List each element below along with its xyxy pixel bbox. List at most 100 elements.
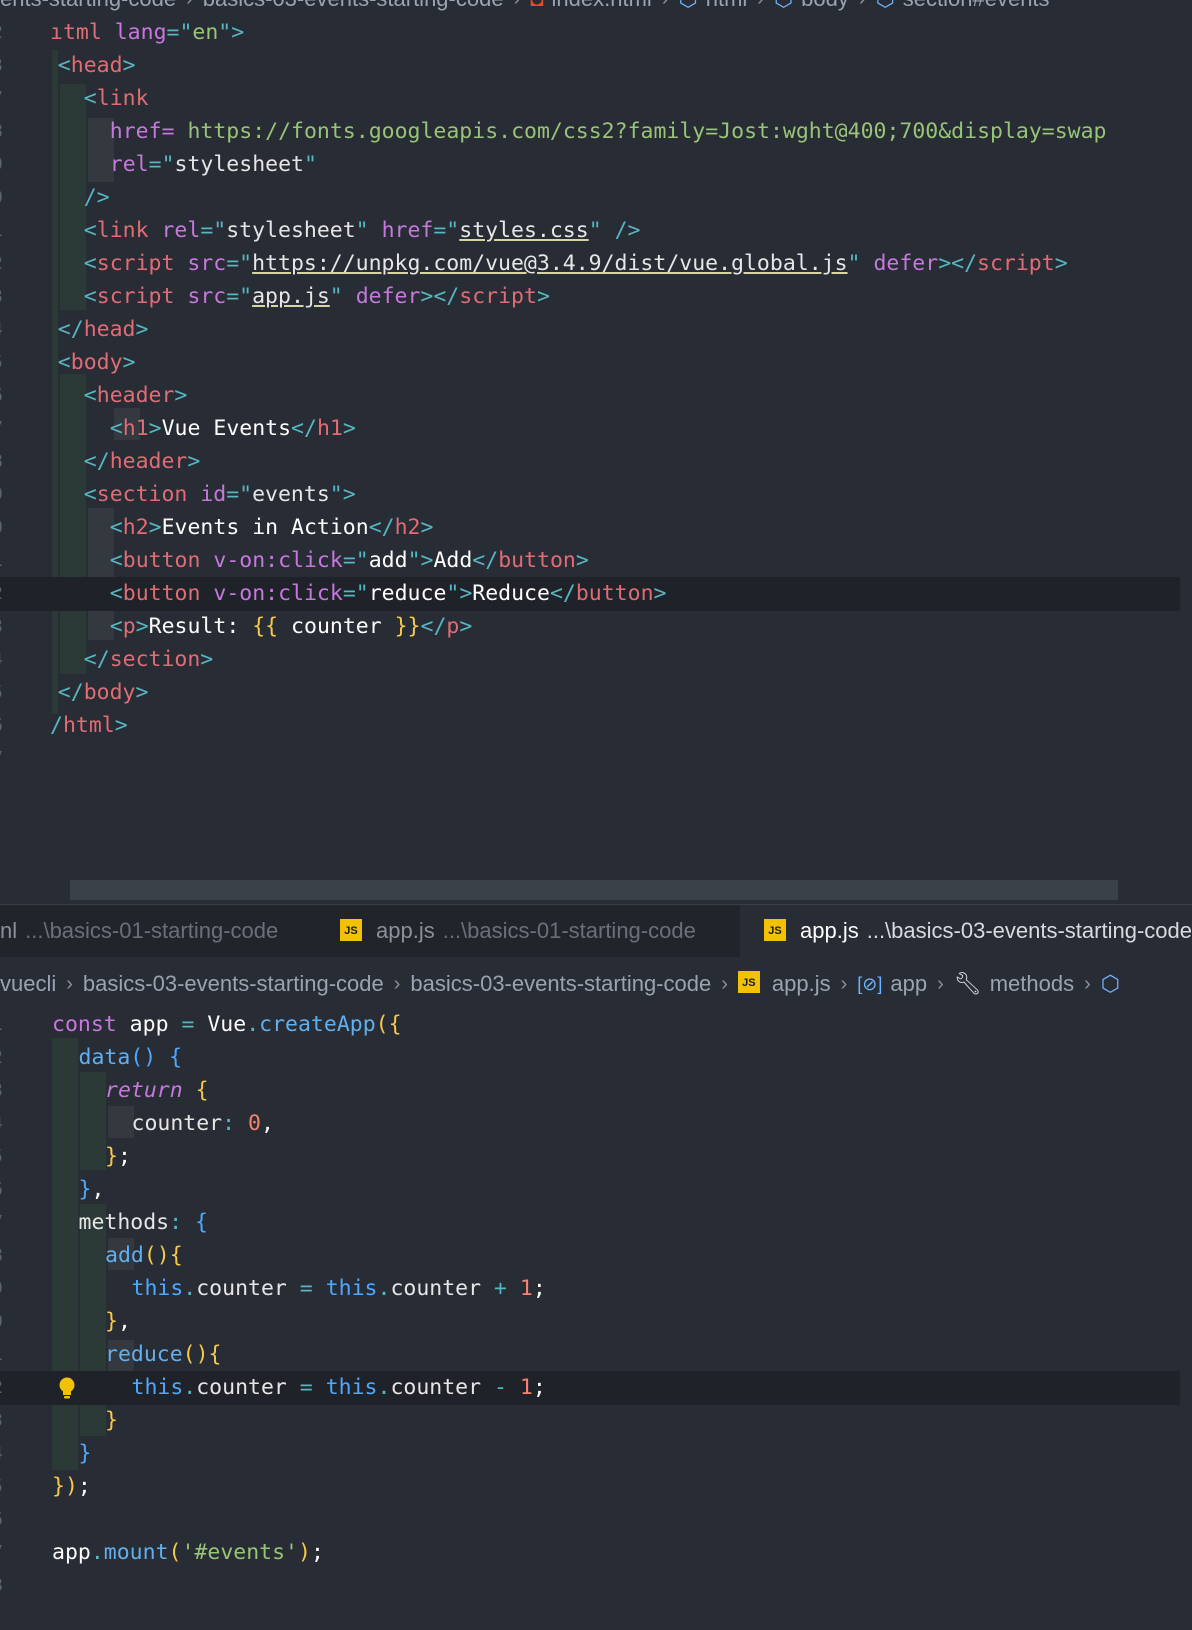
js-editor-pane[interactable]: nl ...\basics-01-starting-code JS app.js..… — [0, 904, 1192, 1630]
code-line[interactable]: 3 <head> — [0, 49, 1192, 83]
code-text: data() { — [79, 1041, 183, 1075]
code-line[interactable]: 6/html> — [0, 709, 1192, 743]
code-line[interactable]: 0<h2>Events in Action</h2> — [0, 511, 1192, 545]
chevron-right-icon: › — [514, 0, 521, 11]
code-line[interactable]: 6 <header> — [0, 379, 1192, 413]
code-text: </body> — [58, 676, 149, 710]
code-line[interactable]: 3<script src="app.js" defer></script> — [0, 280, 1192, 314]
code-line[interactable]: 5}); — [0, 1470, 1192, 1504]
code-token: https://unpkg.com/vue@3.4.9/dist/vue.glo… — [252, 251, 848, 276]
code-token: / — [50, 713, 63, 738]
code-line[interactable]: 8 </header> — [0, 445, 1192, 479]
code-token: header — [96, 383, 175, 408]
code-line[interactable]: 1 const app = Vue.createApp({ — [0, 1008, 1192, 1042]
code-line[interactable]: 7 app.mount('#events'); — [0, 1536, 1192, 1570]
code-line[interactable]: 9 <section id="events"> — [0, 478, 1192, 512]
code-line[interactable]: 5 </body> — [0, 676, 1192, 710]
code-line[interactable]: 7 <link — [0, 82, 1192, 116]
breadcrumb-item[interactable]: basics-03-events-starting-code — [410, 971, 711, 997]
breadcrumb-item[interactable]: basics-03-events-starting-code — [83, 971, 384, 997]
line-number: 2 — [0, 1041, 6, 1075]
code-token: > — [342, 416, 356, 441]
code-line[interactable]: 6}, — [0, 1173, 1192, 1207]
code-line[interactable]: 5 <body> — [0, 346, 1192, 380]
breadcrumb-item[interactable]: ents-starting-code — [0, 0, 176, 12]
tab-basics-03-app-js[interactable]: JS app.js ...\basics-03-events-starting-co… — [740, 905, 1192, 957]
code-line[interactable]: 1 reduce(){ — [0, 1338, 1192, 1372]
code-line[interactable]: 8 href= https://fonts.googleapis.com/css2… — [0, 115, 1192, 149]
code-line[interactable]: 7 methods: { — [0, 1206, 1192, 1240]
code-token: app.js — [252, 284, 330, 309]
code-line[interactable]: 4} — [0, 1437, 1192, 1471]
chevron-right-icon: › — [1084, 972, 1091, 995]
code-text: <p>Result: {{ counter }}</p> — [110, 610, 473, 644]
code-line[interactable]: 9this.counter = this.counter + 1; — [0, 1272, 1192, 1306]
code-line[interactable]: 2 data() { — [0, 1041, 1192, 1075]
code-line[interactable]: 2<script src="https://unpkg.com/vue@3.4.… — [0, 247, 1192, 281]
breadcrumb-item[interactable]: body — [801, 0, 849, 12]
line-number: 4 — [0, 1107, 6, 1141]
code-text: this.counter = this.counter + 1; — [132, 1272, 546, 1306]
code-token: app — [116, 1012, 182, 1037]
code-token: reduce — [368, 581, 447, 606]
html-code-area[interactable]: 2ıtml lang="en">3<head>7<link8href= http… — [0, 16, 1192, 776]
breadcrumb-item[interactable]: vuecli — [0, 971, 56, 997]
breadcrumb-item[interactable]: section#events — [903, 0, 1050, 12]
js-code-area[interactable]: 1const app = Vue.createApp({2 data() {3re… — [0, 1008, 1192, 1628]
code-line[interactable]: 2this.counter = this.counter - 1; — [0, 1371, 1180, 1405]
code-line[interactable]: 3<p>Result: {{ counter }}</p> — [0, 610, 1192, 644]
code-token: " — [847, 251, 861, 276]
code-line[interactable]: 7 — [0, 742, 1192, 776]
code-line[interactable]: 6 — [0, 1503, 1192, 1537]
code-token: rel — [161, 218, 201, 243]
html-editor-pane[interactable]: ents-starting-code › basics-03-events-st… — [0, 0, 1192, 904]
code-token: counter — [278, 614, 395, 639]
code-token: > — [122, 53, 136, 78]
horizontal-scrollbar[interactable] — [70, 880, 1118, 900]
code-line[interactable]: 4 </section> — [0, 643, 1192, 677]
code-token: script — [459, 284, 537, 309]
code-line[interactable]: 9 rel="stylesheet" — [0, 148, 1192, 182]
code-token: } — [105, 1408, 118, 1433]
breadcrumb-item[interactable]: app.js — [772, 971, 831, 997]
lightbulb-icon[interactable] — [56, 1376, 78, 1400]
code-line[interactable]: 8 — [0, 1569, 1192, 1603]
line-number: 8 — [0, 1569, 6, 1603]
code-token: this — [325, 1375, 378, 1400]
line-number: 5 — [0, 676, 6, 710]
breadcrumb-item[interactable]: basics-03-events-starting-code — [203, 0, 504, 12]
chevron-right-icon: › — [859, 0, 866, 11]
code-token: const — [52, 1012, 117, 1037]
code-line[interactable]: 2<button v-on:click="reduce">Reduce</but… — [0, 577, 1180, 611]
code-line[interactable]: 7<h1>Vue Events</h1> — [0, 412, 1192, 446]
code-token: {{ — [252, 614, 279, 639]
code-token: : — [169, 1210, 183, 1235]
code-line[interactable]: 4 </head> — [0, 313, 1192, 347]
breadcrumb-item[interactable]: app — [890, 971, 927, 997]
code-line[interactable]: 1<button v-on:click="add">Add</button> — [0, 544, 1192, 578]
code-text: /html> — [50, 709, 128, 743]
code-line[interactable]: 0 /> — [0, 181, 1192, 215]
code-line[interactable]: 2 ıtml lang="en"> — [0, 16, 1192, 50]
code-token: h2 — [122, 515, 149, 540]
code-line[interactable]: 1<link rel="stylesheet" href="styles.css… — [0, 214, 1192, 248]
code-line[interactable]: 3} — [0, 1404, 1192, 1438]
code-token: "> — [218, 20, 245, 45]
line-number: 0 — [0, 1305, 6, 1339]
breadcrumb-item[interactable]: methods — [990, 971, 1074, 997]
chevron-right-icon: › — [66, 972, 73, 995]
tab-basics-01-app-js[interactable]: JS app.js ...\basics-01-starting-code — [340, 905, 720, 957]
breadcrumb-item[interactable]: html — [706, 0, 748, 12]
code-text: ıtml lang="en"> — [50, 16, 244, 50]
code-line[interactable]: 8 add(){ — [0, 1239, 1192, 1273]
breadcrumb-item[interactable]: index.html — [552, 0, 652, 12]
code-line[interactable]: 0}, — [0, 1305, 1192, 1339]
code-text: methods: { — [79, 1206, 208, 1240]
code-line[interactable]: 4 counter: 0, — [0, 1107, 1192, 1141]
tab-basics-01-html[interactable]: nl ...\basics-01-starting-code — [0, 905, 320, 957]
code-line[interactable]: 3 return { — [0, 1074, 1192, 1108]
element-cube-icon: ⬡ — [1100, 971, 1120, 996]
code-line[interactable]: 5}; — [0, 1140, 1192, 1174]
